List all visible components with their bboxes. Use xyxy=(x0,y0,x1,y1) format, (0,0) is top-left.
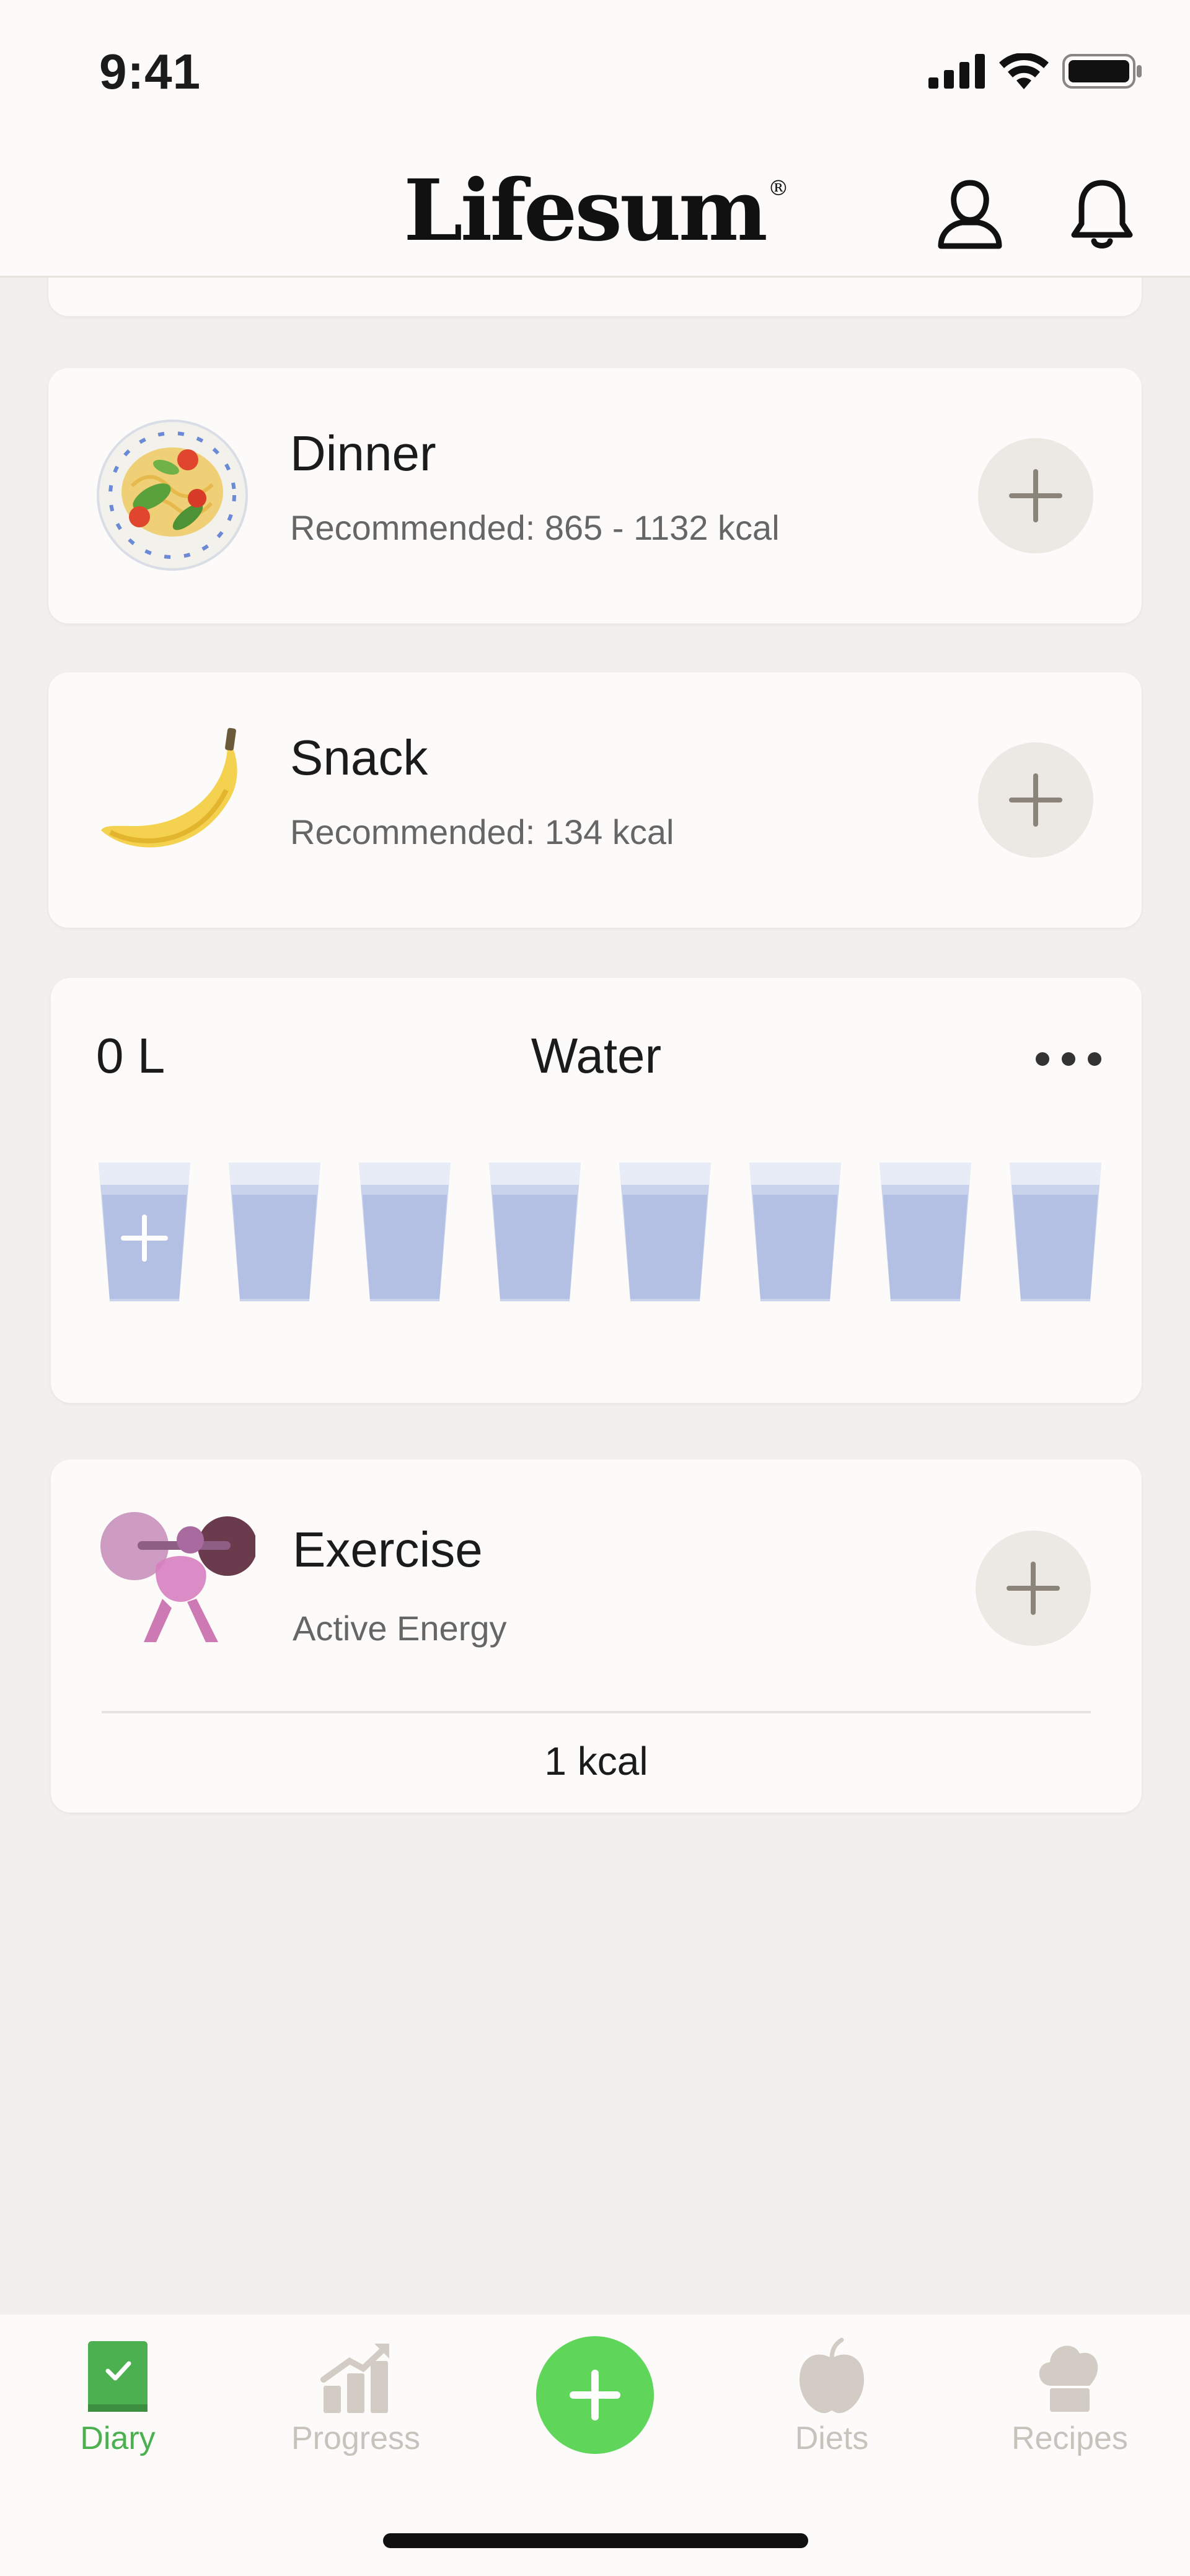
water-more-button[interactable] xyxy=(1036,1052,1101,1066)
nav-label-recipes: Recipes xyxy=(1011,2420,1128,2456)
snack-card[interactable]: Snack Recommended: 134 kcal xyxy=(48,672,1142,928)
add-snack-button[interactable] xyxy=(978,742,1093,858)
status-time: 9:41 xyxy=(99,44,201,99)
nav-label-progress: Progress xyxy=(291,2420,421,2456)
water-title: Water xyxy=(531,1028,662,1083)
exercise-subtitle: Active Energy xyxy=(293,1609,507,1648)
water-glasses xyxy=(96,1158,1104,1306)
dinner-card[interactable]: Dinner Recommended: 865 - 1132 kcal xyxy=(48,368,1142,623)
water-tracker-card: 0 L Water xyxy=(51,978,1142,1403)
water-glass[interactable] xyxy=(356,1158,453,1306)
home-indicator xyxy=(383,2533,808,2548)
exercise-kcal: 1 kcal xyxy=(544,1739,648,1783)
profile-button[interactable] xyxy=(930,174,1010,254)
status-bar: 9:41 xyxy=(0,0,1190,143)
chef-hat-icon xyxy=(1039,2345,1098,2412)
meal-title: Snack xyxy=(290,730,428,785)
notifications-button[interactable] xyxy=(1062,174,1142,254)
nav-label-diets: Diets xyxy=(795,2420,869,2456)
exercise-title: Exercise xyxy=(293,1522,483,1577)
meal-recommendation: Recommended: 134 kcal xyxy=(290,812,674,851)
water-glass[interactable] xyxy=(226,1158,323,1306)
water-glass[interactable] xyxy=(487,1158,583,1306)
bell-icon xyxy=(1071,180,1133,248)
plus-icon xyxy=(1007,1562,1060,1615)
add-dinner-button[interactable] xyxy=(978,438,1093,553)
progress-chart-icon xyxy=(320,2344,389,2413)
logo-text: Lifesum xyxy=(403,161,768,260)
quick-add-button[interactable] xyxy=(536,2336,654,2454)
status-icons xyxy=(928,53,1143,90)
pasta-plate-icon xyxy=(97,420,248,571)
nav-label-diary: Diary xyxy=(80,2420,156,2456)
registered-mark: ® xyxy=(767,176,789,201)
weightlifter-icon xyxy=(100,1512,255,1642)
divider xyxy=(102,1711,1091,1713)
more-dot-icon xyxy=(1062,1052,1075,1066)
meal-title: Dinner xyxy=(290,426,436,481)
add-water-glass[interactable] xyxy=(96,1158,193,1306)
plus-icon xyxy=(570,2370,620,2420)
app-logo: Lifesum ® xyxy=(0,161,1190,260)
cellular-signal-icon xyxy=(928,54,985,89)
more-dot-icon xyxy=(1036,1052,1049,1066)
apple-icon xyxy=(800,2337,864,2414)
plus-icon xyxy=(1009,773,1062,827)
water-glass[interactable] xyxy=(747,1158,844,1306)
exercise-card[interactable]: Exercise Active Energy 1 kcal xyxy=(51,1459,1142,1813)
wifi-icon xyxy=(999,53,1049,89)
banana-icon xyxy=(101,728,237,848)
diary-book-icon xyxy=(88,2341,148,2412)
add-exercise-button[interactable] xyxy=(976,1531,1091,1646)
profile-icon xyxy=(938,180,1002,249)
water-glass[interactable] xyxy=(877,1158,974,1306)
meal-recommendation: Recommended: 865 - 1132 kcal xyxy=(290,508,780,547)
water-glass[interactable] xyxy=(617,1158,713,1306)
more-dot-icon xyxy=(1088,1052,1101,1066)
plus-icon xyxy=(1009,469,1062,522)
water-glass[interactable] xyxy=(1007,1158,1104,1306)
battery-icon xyxy=(1062,54,1142,89)
app-header: Lifesum ® xyxy=(0,143,1190,278)
